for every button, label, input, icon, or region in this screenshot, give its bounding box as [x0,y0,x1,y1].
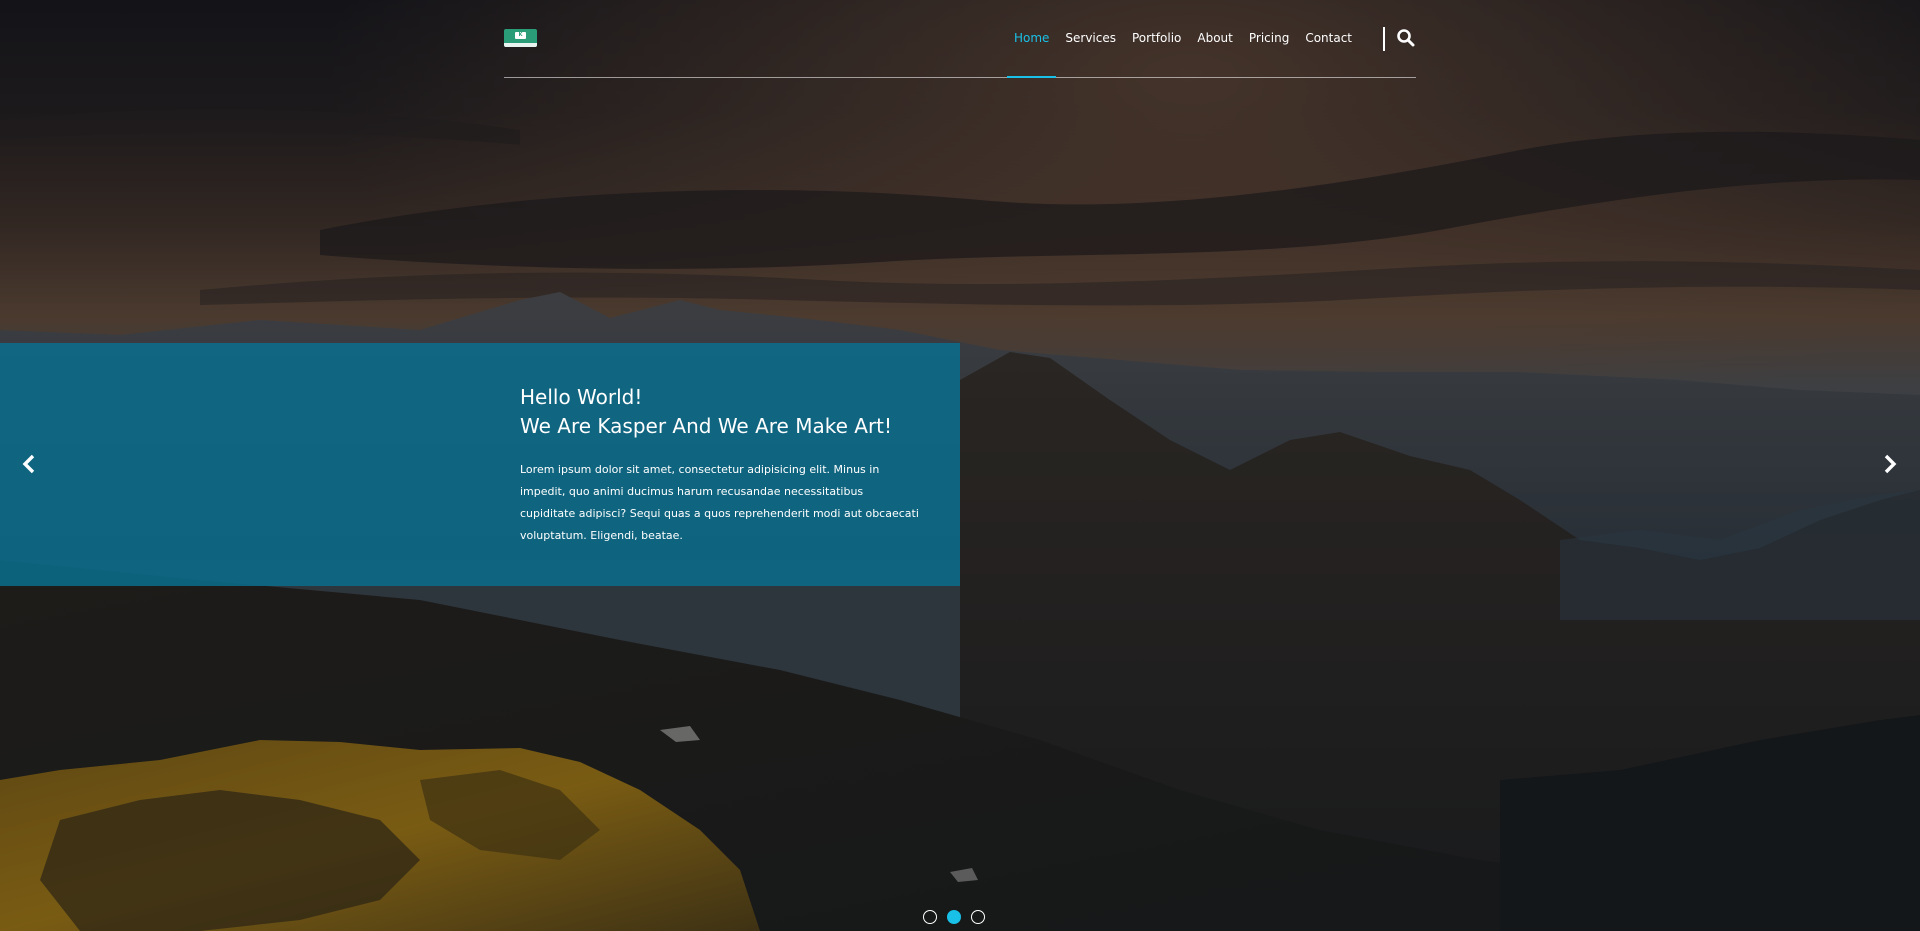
nav-item-pricing[interactable]: Pricing [1249,0,1289,77]
chevron-right-icon[interactable] [1880,453,1900,475]
slide-title: Hello World! We Are Kasper And We Are Ma… [520,383,920,441]
chevron-left-icon[interactable] [20,453,40,475]
nav-item-services[interactable]: Services [1065,0,1116,77]
slider-pagination [923,910,995,924]
slide-description: Lorem ipsum dolor sit amet, consectetur … [520,463,919,542]
logo-strip [504,43,537,47]
nav-item-about[interactable]: About [1197,0,1232,77]
nav-item-portfolio[interactable]: Portfolio [1132,0,1181,77]
logo-icon[interactable]: K [504,29,537,47]
nav-item-home[interactable]: Home [1006,0,1057,78]
slide-caption: Hello World! We Are Kasper And We Are Ma… [0,343,960,586]
main-nav: Home Services Portfolio About Pricing Co… [998,0,1352,78]
logo-mark: K [515,32,526,39]
slide-dot-1[interactable] [923,910,937,924]
nav-item-contact[interactable]: Contact [1305,0,1352,77]
slide-title-line-2: We Are Kasper And We Are Make Art! [520,414,893,438]
search-icon[interactable] [1396,28,1416,48]
slide-title-line-1: Hello World! [520,385,643,409]
slide-dot-3[interactable] [971,910,985,924]
slide-dot-2[interactable] [947,910,961,924]
nav-divider [1383,27,1385,51]
site-header: K Home Services Portfolio About Pricing … [504,0,1416,78]
landing-page: K Home Services Portfolio About Pricing … [0,0,1920,931]
